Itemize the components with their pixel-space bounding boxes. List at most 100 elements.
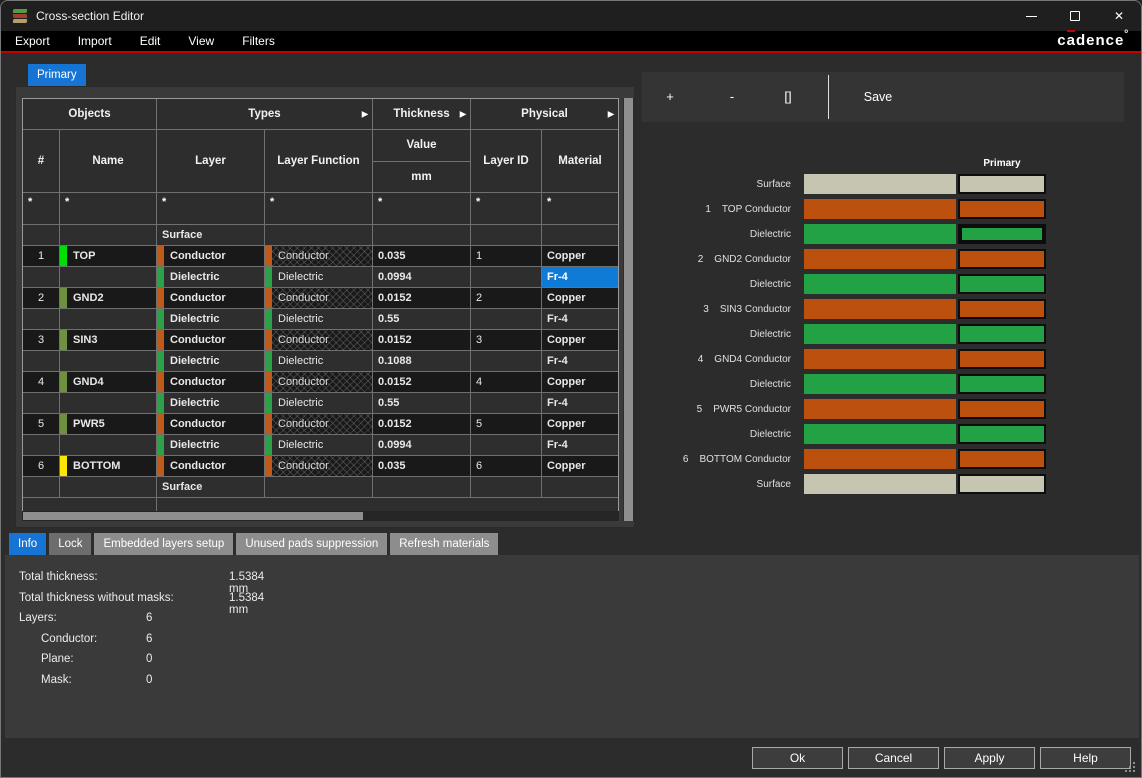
cell-thickness-value[interactable]: 0.1088 [373,351,471,372]
cell-thickness-value[interactable]: 0.0152 [373,330,471,351]
cell-num[interactable] [23,393,60,414]
filter-cell-layer-id[interactable]: * [471,193,542,225]
cell-layer[interactable]: Conductor [157,330,265,351]
stackup-bar-wide[interactable] [804,199,956,219]
table-horizontal-scrollbar[interactable] [22,511,619,521]
stackup-bar-wide[interactable] [804,474,956,494]
cell-layer-id[interactable]: 6 [471,456,542,477]
cell-layer-function[interactable]: Conductor [265,246,373,267]
tab-embedded-layers-setup[interactable]: Embedded layers setup [94,533,233,555]
menu-import[interactable]: Import [64,31,126,51]
cell-material[interactable] [542,477,618,498]
header-num[interactable]: # [23,130,60,193]
cell-name[interactable]: GND2 [60,288,157,309]
cell-name[interactable] [60,309,157,330]
header-layer-function[interactable]: Layer Function [265,130,373,193]
horizontal-scrollbar-thumb[interactable] [23,512,363,520]
header-unit[interactable]: mm [373,162,470,193]
cell-num[interactable]: 6 [23,456,60,477]
cell-layer[interactable]: Dielectric [157,309,265,330]
stackup-bar-primary[interactable] [958,199,1046,219]
cell-thickness-value[interactable]: 0.035 [373,456,471,477]
remove-layer-button[interactable]: - [712,72,752,122]
cell-layer-function[interactable] [265,477,373,498]
stackup-bar-primary[interactable] [958,424,1046,444]
help-button[interactable]: Help [1040,747,1131,769]
cell-layer-id[interactable] [471,393,542,414]
tab-primary[interactable]: Primary [28,64,86,86]
stackup-bar-primary[interactable] [958,399,1046,419]
cell-layer-id[interactable]: 3 [471,330,542,351]
cell-name[interactable]: PWR5 [60,414,157,435]
filter-cell-name[interactable]: * [60,193,157,225]
tab-refresh-materials[interactable]: Refresh materials [390,533,498,555]
cell-thickness-value[interactable]: 0.035 [373,246,471,267]
cell-material[interactable]: Fr-4 [542,393,618,414]
cell-name[interactable] [60,351,157,372]
minimize-button[interactable] [1009,1,1053,31]
cell-layer-id[interactable] [471,351,542,372]
header-physical[interactable]: Physical▶ [471,99,618,130]
cell-name[interactable] [60,225,157,246]
cell-material[interactable]: Copper [542,288,618,309]
expand-arrow-icon[interactable]: ▶ [608,110,614,119]
header-name[interactable]: Name [60,130,157,193]
cell-num[interactable] [23,225,60,246]
cell-layer-function[interactable]: Dielectric [265,351,373,372]
filter-cell-layer[interactable]: * [157,193,265,225]
save-button[interactable]: Save [848,72,908,122]
stackup-bar-primary[interactable] [958,374,1046,394]
cell-thickness-value[interactable] [373,477,471,498]
maximize-button[interactable] [1053,1,1097,31]
cell-layer-function[interactable]: Conductor [265,456,373,477]
menu-filters[interactable]: Filters [228,31,289,51]
cell-thickness-value[interactable] [373,225,471,246]
cell-thickness-value[interactable]: 0.0152 [373,414,471,435]
header-types[interactable]: Types▶ [157,99,373,130]
cell-material[interactable]: Copper [542,414,618,435]
cell-material[interactable]: Fr-4 [542,435,618,456]
cell-layer[interactable]: Conductor [157,456,265,477]
cell-material[interactable]: Fr-4 [542,267,618,288]
stackup-bar-wide[interactable] [804,449,956,469]
cell-num[interactable]: 2 [23,288,60,309]
cell-name[interactable] [60,477,157,498]
cell-layer[interactable]: Conductor [157,288,265,309]
close-button[interactable]: ✕ [1097,1,1141,31]
menu-view[interactable]: View [174,31,228,51]
stackup-bar-wide[interactable] [804,399,956,419]
cell-num[interactable] [23,351,60,372]
cell-num[interactable] [23,435,60,456]
header-value-mm[interactable]: Value mm [373,130,471,193]
cell-name[interactable]: BOTTOM [60,456,157,477]
cell-num[interactable]: 5 [23,414,60,435]
cancel-button[interactable]: Cancel [848,747,939,769]
cell-layer[interactable]: Surface [157,225,265,246]
cell-layer-id[interactable]: 4 [471,372,542,393]
expand-arrow-icon[interactable]: ▶ [362,110,368,119]
cell-layer-function[interactable]: Conductor [265,288,373,309]
cell-layer[interactable]: Conductor [157,246,265,267]
stackup-bar-wide[interactable] [804,174,956,194]
cell-layer[interactable]: Dielectric [157,267,265,288]
cell-layer-function[interactable]: Conductor [265,414,373,435]
header-thickness[interactable]: Thickness▶ [373,99,471,130]
header-objects[interactable]: Objects [23,99,157,130]
cell-thickness-value[interactable]: 0.0152 [373,288,471,309]
cell-layer[interactable]: Surface [157,477,265,498]
cell-name[interactable] [60,393,157,414]
stackup-bar-wide[interactable] [804,324,956,344]
cell-layer[interactable]: Dielectric [157,351,265,372]
brackets-button[interactable]: [] [768,72,808,122]
header-value[interactable]: Value [373,130,470,162]
cell-thickness-value[interactable]: 0.55 [373,393,471,414]
cell-layer-id[interactable] [471,309,542,330]
add-layer-button[interactable]: + [650,72,690,122]
stackup-bar-primary[interactable] [958,249,1046,269]
cell-layer-function[interactable]: Dielectric [265,309,373,330]
cell-name[interactable] [60,267,157,288]
filter-cell-layer-function[interactable]: * [265,193,373,225]
cell-layer-function[interactable]: Dielectric [265,435,373,456]
cell-material[interactable]: Copper [542,372,618,393]
cell-layer[interactable]: Dielectric [157,393,265,414]
